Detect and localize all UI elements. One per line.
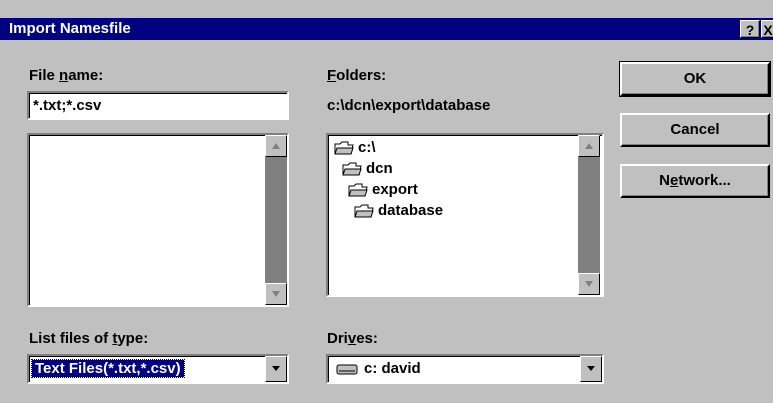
file-list[interactable] [27, 133, 289, 307]
folder-tree-scroll-up-button[interactable] [578, 135, 600, 157]
drives-value: c: david [364, 360, 421, 378]
file-type-select[interactable]: Text Files(*.txt,*.csv) [27, 354, 289, 384]
file-name-input[interactable]: *.txt;*.csv [27, 91, 289, 120]
network-button[interactable]: Network... [620, 164, 770, 198]
open-folder-icon [334, 140, 354, 156]
scroll-up-icon [584, 142, 594, 150]
scroll-up-icon [271, 142, 281, 150]
folders-label: Folders: [327, 67, 386, 85]
dialog-title: Import Namesfile [9, 21, 131, 37]
file-list-scroll-up-button[interactable] [265, 135, 287, 157]
title-bar[interactable]: Import Namesfile ? X [0, 0, 773, 40]
folder-tree[interactable]: c:\ dcn export database [326, 133, 604, 297]
help-button[interactable]: ? [740, 20, 760, 38]
folder-tree-scroll-down-button[interactable] [578, 273, 600, 295]
scroll-down-icon [271, 290, 281, 298]
current-folder-path: c:\dcn\export\database [327, 97, 490, 115]
open-folder-icon [354, 203, 374, 219]
file-name-label: File name: [29, 67, 103, 85]
file-name-value: *.txt;*.csv [33, 97, 101, 115]
hard-drive-icon [336, 363, 358, 376]
file-type-value: Text Files(*.txt,*.csv) [32, 360, 184, 378]
close-button[interactable]: X [761, 20, 773, 38]
scroll-down-icon [584, 280, 594, 288]
file-list-scrollbar[interactable] [265, 135, 287, 305]
cancel-button[interactable]: Cancel [620, 113, 770, 147]
ok-button[interactable]: OK [620, 62, 770, 96]
folder-tree-scrollbar[interactable] [578, 135, 600, 295]
chevron-down-icon [586, 365, 596, 373]
drives-dropdown-button[interactable] [580, 356, 602, 382]
open-folder-icon [342, 161, 362, 177]
drives-select[interactable]: c: david [326, 354, 604, 384]
file-type-dropdown-button[interactable] [265, 356, 287, 382]
file-type-label: List files of type: [29, 330, 148, 348]
drives-label: Drives: [327, 330, 378, 348]
open-folder-icon [348, 182, 368, 198]
file-list-scroll-down-button[interactable] [265, 283, 287, 305]
chevron-down-icon [271, 365, 281, 373]
